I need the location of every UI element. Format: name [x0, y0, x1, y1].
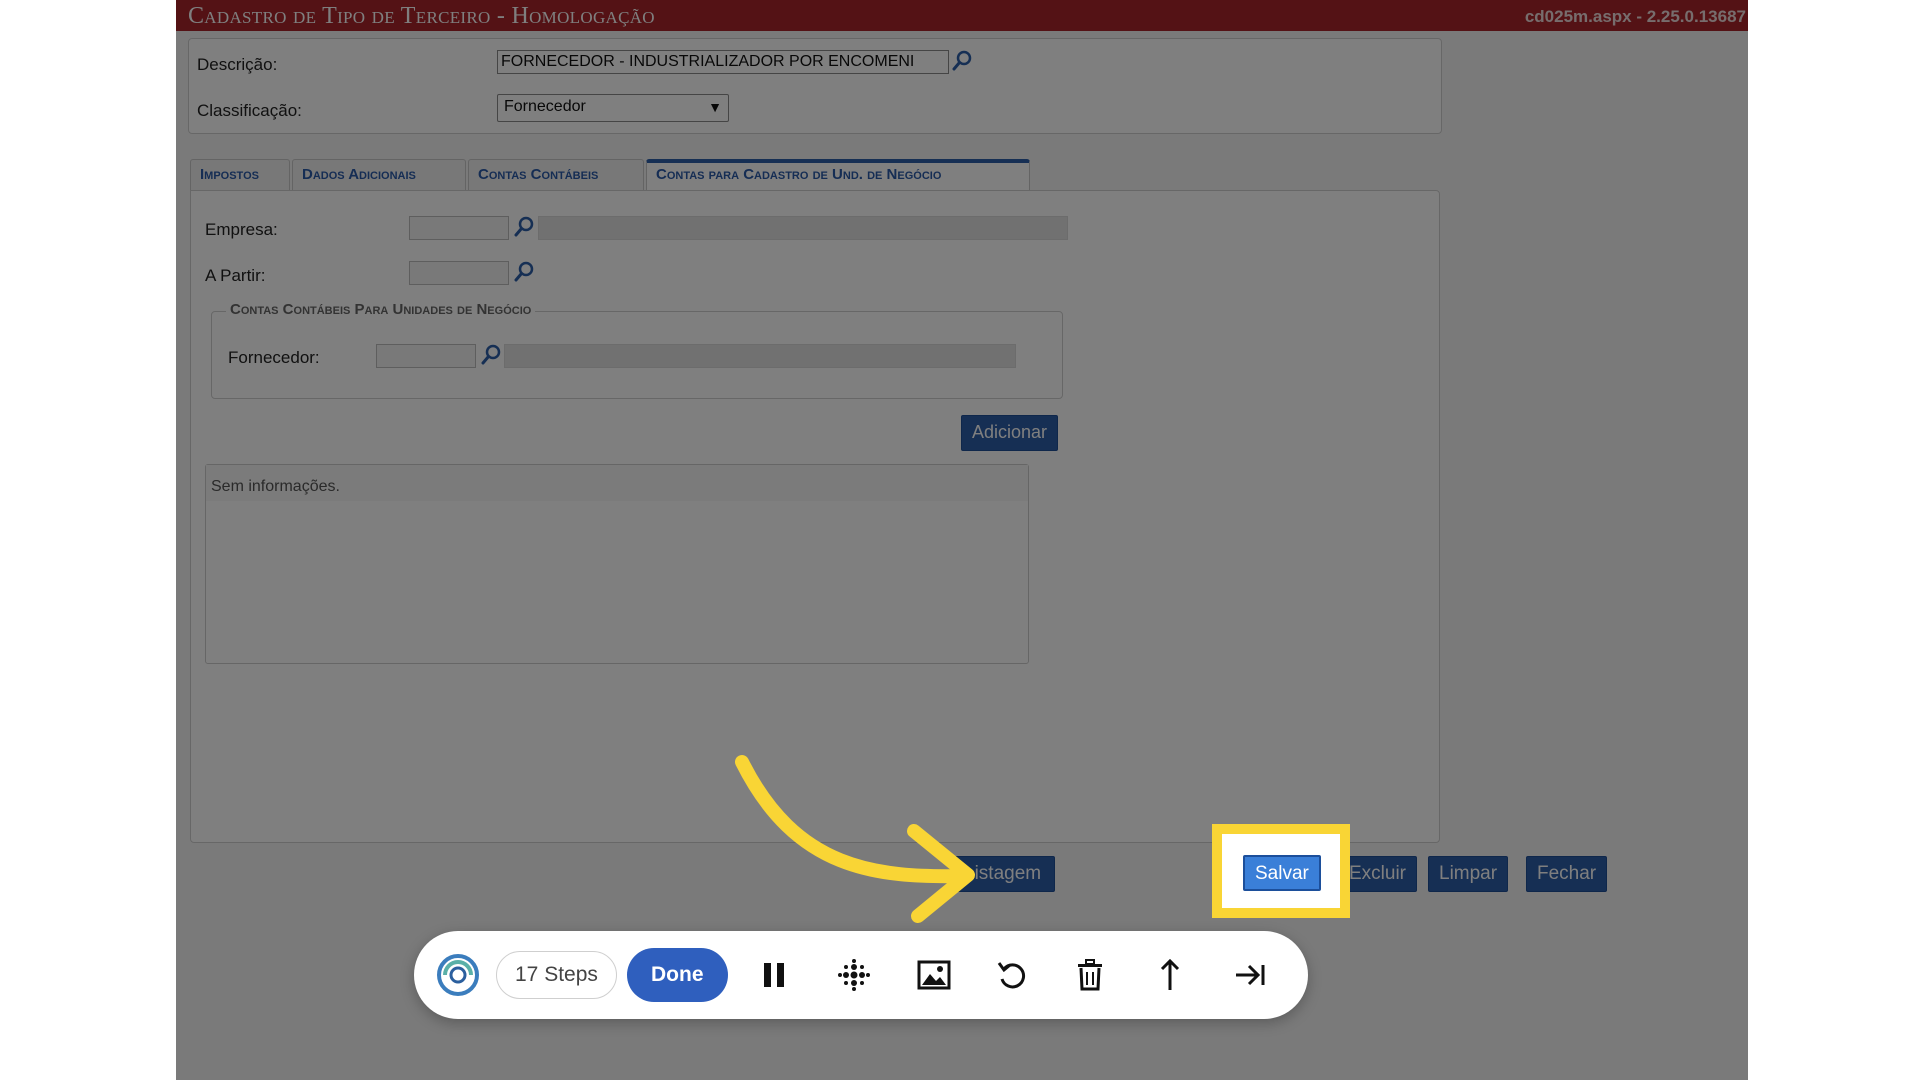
skip-icon[interactable] — [1230, 951, 1270, 999]
a-partir-input[interactable] — [409, 261, 509, 285]
empresa-description — [538, 216, 1068, 240]
tab-dados-adicionais[interactable]: Dados Adicionais — [292, 159, 466, 190]
fornecedor-label: Fornecedor: — [228, 348, 320, 367]
a-partir-label: A Partir: — [205, 266, 266, 285]
tab-contas-contabeis[interactable]: Contas Contábeis — [468, 159, 644, 190]
header-form-panel: Descrição: FORNECEDOR - INDUSTRIALIZADOR… — [188, 38, 1442, 134]
steps-counter[interactable]: 17 Steps — [496, 951, 617, 999]
empresa-input[interactable] — [409, 216, 509, 240]
image-icon[interactable] — [914, 951, 954, 999]
adicionar-button[interactable]: Adicionar — [961, 415, 1059, 451]
done-button[interactable]: Done — [627, 948, 728, 1002]
app-window: Cadastro de Tipo de Terceiro - Homologaç… — [176, 0, 1748, 1080]
fieldset-legend: Contas Contábeis Para Unidades de Negóci… — [226, 301, 536, 318]
trash-icon[interactable] — [1070, 951, 1110, 999]
title-bar: Cadastro de Tipo de Terceiro - Homologaç… — [176, 0, 1748, 31]
version-label: cd025m.aspx - 2.25.0.13687 — [1524, 7, 1746, 26]
empresa-label: Empresa: — [205, 220, 278, 239]
page-title: Cadastro de Tipo de Terceiro - Homologaç… — [188, 3, 655, 29]
tab-impostos[interactable]: Impostos — [190, 159, 290, 190]
pause-icon[interactable] — [754, 951, 794, 999]
search-icon[interactable] — [513, 215, 535, 239]
search-icon[interactable] — [951, 49, 973, 73]
tab-content-panel: Empresa: A Partir: Contas Contábeis Para… — [190, 190, 1440, 843]
salvar-button[interactable]: Salvar — [1243, 855, 1321, 891]
limpar-button[interactable]: Limpar — [1428, 856, 1509, 892]
listagem-button[interactable]: Listagem — [953, 856, 1055, 892]
fechar-button[interactable]: Fechar — [1526, 856, 1608, 892]
undo-icon[interactable] — [992, 951, 1032, 999]
highlight-box: Salvar — [1212, 824, 1350, 918]
classificacao-label: Classificação: — [197, 101, 302, 120]
fornecedor-input[interactable] — [376, 344, 476, 368]
chevron-down-icon: ▼ — [708, 99, 722, 115]
classificacao-select[interactable]: Fornecedor ▼ — [497, 94, 729, 122]
logo-icon — [434, 951, 482, 999]
recorder-toolbar: 17 Steps Done — [414, 931, 1308, 1019]
grid-empty-message: Sem informações. — [211, 478, 340, 495]
fornecedor-description — [504, 344, 1016, 368]
tab-contas-und-negocio[interactable]: Contas para Cadastro de Und. de Negócio — [646, 159, 1030, 191]
descricao-input[interactable]: FORNECEDOR - INDUSTRIALIZADOR POR ENCOME… — [497, 50, 949, 74]
calendar-search-icon[interactable] — [513, 260, 535, 284]
classificacao-value: Fornecedor — [504, 98, 586, 115]
descricao-label: Descrição: — [197, 55, 278, 74]
search-icon[interactable] — [480, 343, 502, 367]
contas-fieldset: Contas Contábeis Para Unidades de Negóci… — [211, 301, 1063, 399]
blur-icon[interactable] — [834, 951, 874, 999]
results-grid: Sem informações. — [205, 464, 1029, 664]
upload-icon[interactable] — [1150, 951, 1190, 999]
